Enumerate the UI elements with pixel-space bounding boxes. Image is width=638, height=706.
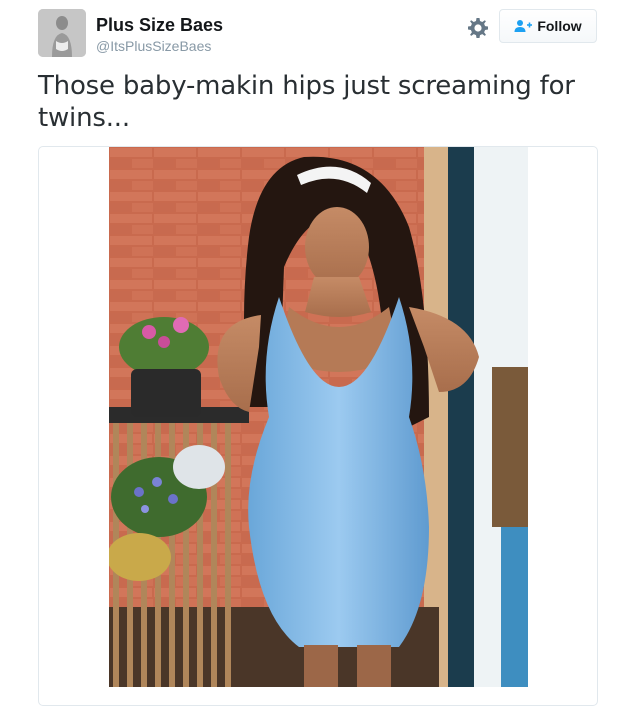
author-display-name[interactable]: Plus Size Baes	[96, 15, 223, 36]
author-handle[interactable]: @ItsPlusSizeBaes	[96, 38, 211, 54]
tweet-photo[interactable]	[109, 147, 528, 687]
gear-icon[interactable]	[466, 16, 490, 40]
follow-label: Follow	[537, 18, 582, 34]
photo-image	[109, 147, 528, 687]
tweet-text: Those baby-makin hips just screaming for…	[38, 71, 575, 133]
media-card[interactable]	[38, 146, 598, 706]
avatar-image	[38, 9, 86, 57]
avatar[interactable]	[38, 9, 86, 57]
follow-button[interactable]: Follow	[499, 9, 597, 43]
add-user-icon	[514, 20, 533, 32]
